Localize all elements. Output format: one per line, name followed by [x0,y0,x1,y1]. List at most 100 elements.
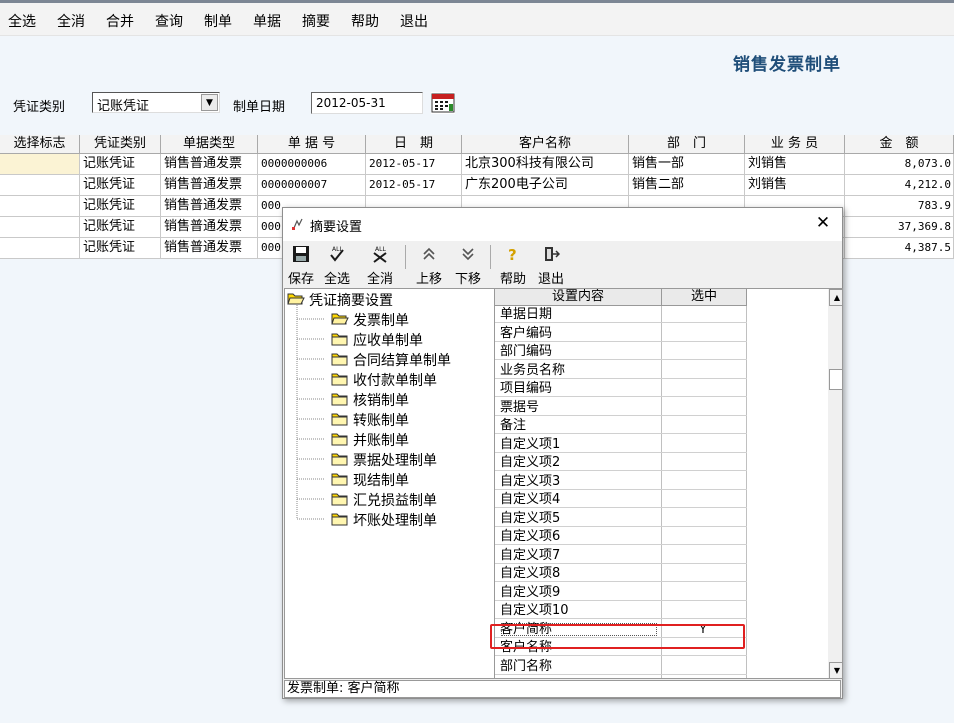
tree-item[interactable]: 发票制单 [331,310,409,330]
menu-query[interactable]: 查询 [155,11,183,31]
date-cell[interactable]: 2012-05-17 [366,175,462,196]
tree-item-label: 应收单制单 [353,333,423,349]
date-cell[interactable]: 2012-05-17 [366,154,462,175]
tree-item[interactable]: 现结制单 [331,470,409,490]
setting-row[interactable]: 客户编码 [495,325,747,342]
calendar-icon[interactable] [431,92,455,114]
col-header-department[interactable]: 部 门 [629,135,745,154]
voucher-type-cell[interactable]: 记账凭证 [80,175,161,196]
col-header-customer[interactable]: 客户名称 [462,135,629,154]
tree-item[interactable]: 核销制单 [331,390,409,410]
tree-item[interactable]: 转账制单 [331,410,409,430]
bill-type-cell[interactable]: 销售普通发票 [161,175,258,196]
voucher-date-input[interactable]: 2012-05-31 [311,92,423,114]
setting-row[interactable]: 部门名称 [495,658,747,675]
move-up-button[interactable]: 上移 [411,245,447,287]
exit-button[interactable]: 退出 [535,245,567,287]
menu-exit[interactable]: 退出 [400,11,428,31]
select-flag-cell[interactable] [0,175,80,196]
tree-item[interactable]: 并账制单 [331,430,409,450]
bill-type-cell[interactable]: 销售普通发票 [161,238,258,259]
voucher-type-cell[interactable]: 记账凭证 [80,196,161,217]
department-cell[interactable]: 销售二部 [629,175,745,196]
setting-row[interactable]: 备注 [495,417,747,434]
setting-row[interactable]: 部门编码 [495,343,747,360]
tree-item[interactable]: 坏账处理制单 [331,510,437,530]
vertical-scrollbar[interactable]: ▲ ▼ [828,289,842,678]
menu-deselect-all[interactable]: 全消 [57,11,85,31]
voucher-type-select[interactable]: 记账凭证 ▼ [92,92,220,114]
col-header-date[interactable]: 日 期 [366,135,462,154]
dropdown-arrow-icon[interactable]: ▼ [201,94,218,111]
col-header-select[interactable]: 选择标志 [0,135,80,154]
bill-type-cell[interactable]: 销售普通发票 [161,196,258,217]
setting-row[interactable]: 自定义项5 [495,510,747,527]
voucher-type-cell[interactable]: 记账凭证 [80,154,161,175]
tree-item[interactable]: 票据处理制单 [331,450,437,470]
tree-root[interactable]: 凭证摘要设置 [287,290,393,310]
department-cell[interactable]: 销售一部 [629,154,745,175]
select-flag-cell[interactable] [0,238,80,259]
scroll-up-icon[interactable]: ▲ [829,289,842,306]
setting-row[interactable]: 自定义项8 [495,565,747,582]
bill-type-cell[interactable]: 销售普通发票 [161,154,258,175]
col-header-selected[interactable]: 选中 [662,289,747,306]
amount-cell[interactable]: 8,073.0 [845,154,954,175]
save-button[interactable]: 保存 [286,245,316,287]
close-icon[interactable]: ✕ [813,213,833,233]
select-flag-cell[interactable] [0,217,80,238]
customer-cell[interactable]: 北京300科技有限公司 [462,154,629,175]
tree-item[interactable]: 应收单制单 [331,330,423,350]
menu-select-all[interactable]: 全选 [8,11,36,31]
col-header-salesman[interactable]: 业 务 员 [745,135,845,154]
col-header-amount[interactable]: 金 额 [845,135,954,154]
menu-help[interactable]: 帮助 [351,11,379,31]
menu-summary[interactable]: 摘要 [302,11,330,31]
voucher-type-cell[interactable]: 记账凭证 [80,238,161,259]
scrollbar-thumb[interactable] [829,369,842,390]
setting-row[interactable]: 项目编码 [495,380,747,397]
move-down-button[interactable]: 下移 [450,245,486,287]
tree-item[interactable]: 合同结算单制单 [331,350,451,370]
menu-make-voucher[interactable]: 制单 [204,11,232,31]
deselect-all-button[interactable]: ALL 全消 [362,245,398,287]
scroll-down-icon[interactable]: ▼ [829,662,842,678]
menu-merge[interactable]: 合并 [106,11,134,31]
setting-content-cell: 自定义项8 [500,566,561,581]
setting-row[interactable]: 自定义项6 [495,528,747,545]
setting-row[interactable]: 自定义项1 [495,436,747,453]
menu-bill[interactable]: 单据 [253,11,281,31]
col-header-setting-content[interactable]: 设置内容 [495,289,662,306]
dialog-titlebar[interactable]: 摘要设置 ✕ [283,208,842,241]
setting-row[interactable]: 自定义项10 [495,602,747,619]
tree-item[interactable]: 汇兑损益制单 [331,490,437,510]
setting-row[interactable]: 自定义项9 [495,584,747,601]
select-flag-cell[interactable] [0,154,80,175]
amount-cell[interactable]: 4,212.0 [845,175,954,196]
setting-row[interactable]: 自定义项2 [495,454,747,471]
col-header-bill-no[interactable]: 单 据 号 [258,135,366,154]
amount-cell[interactable]: 783.9 [845,196,954,217]
setting-row[interactable]: 自定义项3 [495,473,747,490]
voucher-type-cell[interactable]: 记账凭证 [80,217,161,238]
folder-icon [331,373,348,386]
setting-row[interactable]: 自定义项7 [495,547,747,564]
setting-row[interactable]: 票据号 [495,399,747,416]
setting-row[interactable]: 业务员名称 [495,362,747,379]
bill-no-cell[interactable]: 0000000007 [258,175,366,196]
select-flag-cell[interactable] [0,196,80,217]
setting-row[interactable]: 自定义项4 [495,491,747,508]
select-all-button[interactable]: ALL 全选 [319,245,355,287]
bill-type-cell[interactable]: 销售普通发票 [161,217,258,238]
amount-cell[interactable]: 4,387.5 [845,238,954,259]
salesman-cell[interactable]: 刘销售 [745,154,845,175]
help-button[interactable]: ? 帮助 [497,245,529,287]
customer-cell[interactable]: 广东200电子公司 [462,175,629,196]
col-header-voucher-type[interactable]: 凭证类别 [80,135,161,154]
bill-no-cell[interactable]: 0000000006 [258,154,366,175]
tree-item[interactable]: 收付款单制单 [331,370,437,390]
amount-cell[interactable]: 37,369.8 [845,217,954,238]
salesman-cell[interactable]: 刘销售 [745,175,845,196]
setting-row[interactable]: 单据日期 [495,306,747,323]
col-header-bill-type[interactable]: 单据类型 [161,135,258,154]
